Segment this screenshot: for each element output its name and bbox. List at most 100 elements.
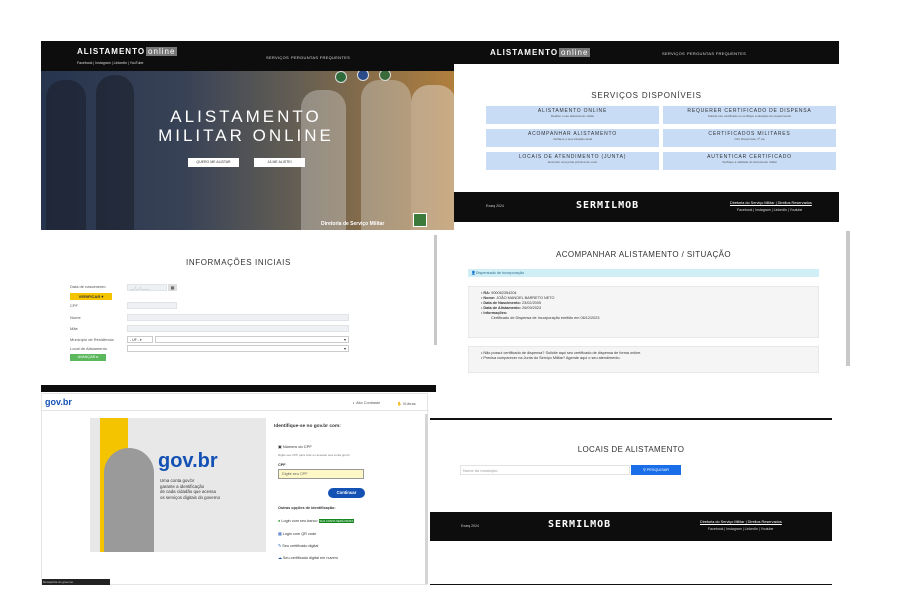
- social-link[interactable]: Facebook: [77, 61, 92, 65]
- brand-box: online: [559, 48, 591, 57]
- high-contrast-link[interactable]: ◐ Alto Contraste: [353, 401, 380, 405]
- next-button[interactable]: AVANÇAR ▸: [70, 354, 106, 361]
- footer-rights[interactable]: Diretoria do Serviço Militar | Direitos …: [700, 520, 782, 524]
- banner-text: Uma conta gov.br garante a identificação d…: [160, 478, 221, 500]
- site-brand[interactable]: ALISTAMENTO online: [490, 48, 591, 57]
- enlist-button[interactable]: QUERO ME ALISTAR: [188, 158, 239, 167]
- already-enlisted-button[interactable]: JÁ ME ALISTEI: [254, 158, 305, 167]
- banner-govbr-logo: gov.br: [158, 450, 218, 472]
- brand-text: ALISTAMENTO: [490, 48, 559, 57]
- nav-services[interactable]: SERVIÇOS: [266, 55, 289, 60]
- footer-copyright: Exarq 2024: [461, 524, 479, 528]
- govbr-logo[interactable]: gov.br: [45, 397, 72, 407]
- social-link[interactable]: Instagram: [95, 61, 111, 65]
- page-title: ACOMPANHAR ALISTAMENTO / SITUAÇÃO: [555, 250, 731, 259]
- footer-rights[interactable]: Diretoria do Serviço Militar | Direitos …: [730, 201, 812, 205]
- footer: Exarq 2024 SERMILMOB Diretoria do Serviç…: [454, 192, 839, 222]
- nav-services[interactable]: SERVIÇOS: [662, 51, 685, 56]
- govbr-login-panel: gov.br ◐ Alto Contraste ✋ VLibras gov.br…: [41, 393, 429, 585]
- verify-label: VERIFICAR: [78, 294, 101, 299]
- birthdate-input[interactable]: __/__/____: [127, 284, 167, 291]
- status-text: Dispensado de incorporação: [475, 271, 525, 275]
- calendar-icon[interactable]: ▦: [168, 284, 177, 291]
- service-card[interactable]: ACOMPANHAR ALISTAMENTO Verifique a sua si…: [486, 129, 659, 147]
- recaptcha-tag: Recaptcha do governo: [42, 579, 110, 585]
- info-box: • RA: 900062354204 • Nome: JOÃO MANOEL B…: [468, 286, 819, 338]
- site-brand[interactable]: ALISTAMENTO online: [77, 47, 178, 56]
- other-options-title: Outras opções de identificação:: [278, 506, 336, 510]
- verify-button[interactable]: VERIFICAR ▾: [70, 293, 112, 300]
- enlist-place-label: Local de Alistamento: [70, 346, 107, 351]
- uf-select-value: - UF -: [130, 338, 139, 342]
- dsm-logo-icon: [413, 213, 427, 227]
- brand-box: online: [146, 47, 178, 56]
- city-search-input[interactable]: Nome do município: [460, 465, 630, 475]
- service-card[interactable]: LOCAIS DE ATENDIMENTO (JUNTA) Encontre um…: [486, 152, 659, 170]
- dsm-signature: Diretoria de Serviço Militar: [321, 221, 385, 227]
- hero-panel: ALISTAMENTO online Facebook | Instagram |…: [41, 41, 454, 230]
- name-input[interactable]: [127, 314, 349, 321]
- top-nav-bar: ALISTAMENTO online SERVIÇOS PERGUNTAS FRE…: [454, 41, 839, 64]
- search-label: PESQUISAR: [646, 468, 669, 472]
- locations-panel: LOCAIS DE ALISTAMENTO Nome do município …: [430, 418, 832, 585]
- continue-button[interactable]: Continuar: [328, 488, 365, 498]
- page-title: SERVIÇOS DISPONÍVEIS: [591, 91, 702, 100]
- initial-info-panel: INFORMAÇÕES INICIAIS Data de nascimento …: [41, 231, 437, 384]
- hero-image: [41, 69, 454, 230]
- cpf-hint: Digite seu CPF para criar ou acessar sua…: [278, 453, 350, 457]
- qr-login-option[interactable]: ▦ Login com QR code: [278, 531, 316, 536]
- service-subtitle: Encontre uma junta próxima de você: [548, 160, 597, 164]
- service-card[interactable]: REQUERER CERTIFICADO DE DISPENSA Solicite…: [663, 106, 836, 124]
- service-subtitle: Realize o seu alistamento militar: [550, 114, 595, 118]
- tracking-panel: ACOMPANHAR ALISTAMENTO / SITUAÇÃO 👤Dispe…: [456, 231, 851, 394]
- service-subtitle: Verifique a validade do documento milita…: [722, 160, 777, 164]
- status-badge: 👤Dispensado de incorporação: [468, 269, 819, 277]
- cpf-option[interactable]: ▣ Número do CPF: [278, 444, 312, 449]
- birthdate-label: Data de nascimento: [70, 284, 106, 289]
- service-subtitle: Verifique a sua situação atual: [552, 137, 593, 141]
- vlibras-link[interactable]: ✋ VLibras: [397, 401, 416, 406]
- help-box: • Não possui certificado de dispensa? So…: [468, 346, 819, 373]
- cert-login-option[interactable]: ✎ Seu certificado digital: [278, 543, 318, 548]
- city-label: Município de Residência: [70, 337, 114, 342]
- uf-select[interactable]: - UF - ▾: [127, 336, 153, 343]
- social-link[interactable]: LinkedIn: [114, 61, 127, 65]
- hero-title-line1: ALISTAMENTO: [170, 107, 322, 126]
- mother-label: Mãe: [70, 326, 78, 331]
- social-link[interactable]: YouTube: [130, 61, 144, 65]
- footer-copyright: Exarq 2024: [486, 204, 504, 208]
- page-title: LOCAIS DE ALISTAMENTO: [577, 445, 685, 454]
- enlist-place-select[interactable]: ▾: [127, 345, 349, 352]
- hero-title: ALISTAMENTO MILITAR ONLINE: [131, 107, 361, 145]
- silver-badge: SUA CONTA SERÁ PRATA: [318, 519, 355, 523]
- cpf-label: CPF: [70, 303, 78, 308]
- hero-title-line2: MILITAR ONLINE: [158, 126, 334, 145]
- cpf-input[interactable]: [127, 302, 177, 309]
- name-label: Nome: [70, 315, 81, 320]
- service-card[interactable]: ALISTAMENTO ONLINE Realize o seu alistame…: [486, 106, 659, 124]
- scrollbar[interactable]: [434, 235, 437, 345]
- nav-faq[interactable]: PERGUNTAS FREQUENTES: [687, 51, 746, 56]
- search-button[interactable]: ⚲ PESQUISAR: [631, 465, 681, 475]
- city-select[interactable]: ▾: [155, 336, 349, 343]
- help-agendar[interactable]: • Precisa comparecer na Junta do Serviço…: [481, 356, 818, 361]
- scrollbar[interactable]: [846, 231, 850, 366]
- next-label: AVANÇAR: [77, 355, 96, 359]
- emblem-icon: [335, 71, 347, 83]
- services-panel: ALISTAMENTO online SERVIÇOS PERGUNTAS FRE…: [454, 41, 839, 222]
- footer-social[interactable]: Facebook | Instagram | LinkedIn | Youtub…: [737, 208, 802, 212]
- footer-social[interactable]: Facebook | Instagram | LinkedIn | Youtub…: [708, 527, 773, 531]
- cloud-cert-option[interactable]: ☁ Seu certificado digital em nuvem: [278, 555, 338, 560]
- service-card[interactable]: AUTENTICAR CERTIFICADO Verifique a valida…: [663, 152, 836, 170]
- cpf-input[interactable]: Digite seu CPF: [278, 469, 364, 479]
- service-subtitle: Solicite seu certificado ou verifique a …: [707, 114, 792, 118]
- brand-text: ALISTAMENTO: [77, 47, 146, 56]
- sermilmob-logo: SERMILMOB: [548, 519, 612, 530]
- login-title: Identifique-se no gov.br com:: [274, 424, 341, 429]
- top-nav-bar: ALISTAMENTO online Facebook | Instagram |…: [41, 41, 454, 71]
- mother-input[interactable]: [127, 325, 349, 332]
- nav-faq[interactable]: PERGUNTAS FREQUENTES: [291, 55, 350, 60]
- service-card[interactable]: CERTIFICADOS MILITARES CDI, Reservista, 1…: [663, 129, 836, 147]
- scrollbar[interactable]: [425, 414, 428, 584]
- bank-login-option[interactable]: ● Login com seu banco SUA CONTA SERÁ PRA…: [278, 519, 355, 523]
